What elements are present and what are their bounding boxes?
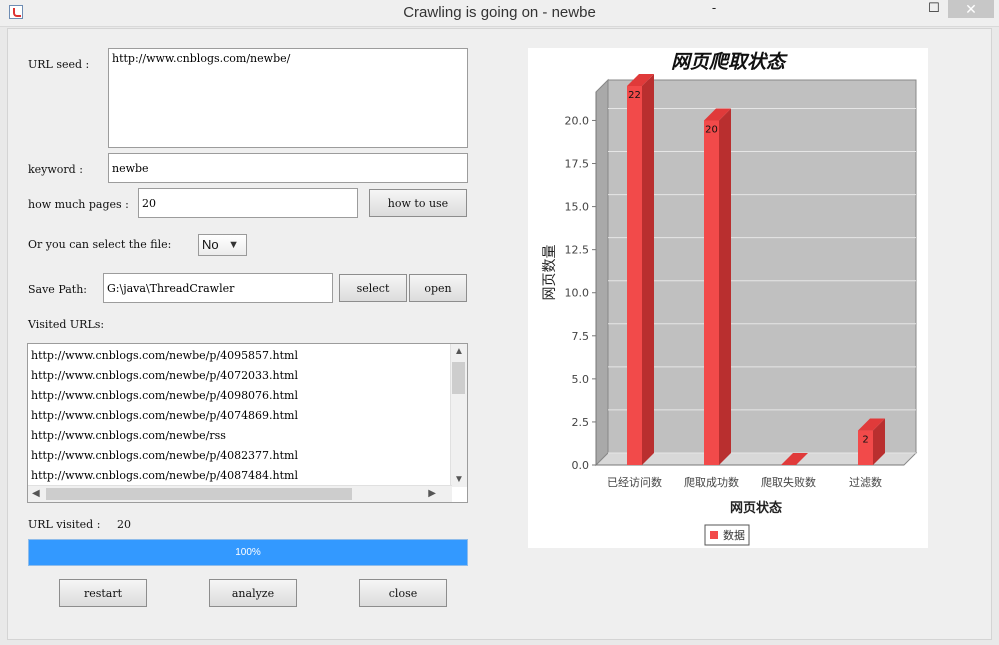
select-button[interactable]: select <box>339 274 407 302</box>
list-item[interactable]: http://www.cnblogs.com/newbe/p/4074869.h… <box>31 409 298 422</box>
y-axis-label: 网页数量 <box>542 245 558 301</box>
x-tick-label: 已经访问数 <box>607 476 662 489</box>
data-label: 2 <box>862 435 868 446</box>
legend-swatch <box>710 531 718 539</box>
list-item[interactable]: http://www.cnblogs.com/newbe/rss <box>31 429 226 442</box>
bar <box>627 86 642 465</box>
list-item[interactable]: http://www.cnblogs.com/newbe/p/4072033.h… <box>31 369 298 382</box>
title-bar: Crawling is going on - newbe - ☐ ✕ <box>0 0 999 27</box>
chevron-up-icon[interactable]: ▲ <box>454 346 464 357</box>
vertical-scrollbar[interactable]: ▲ ▼ <box>450 344 467 487</box>
bar-chart: 网页爬取状态 0.0 2.5 5.0 7.5 10.0 12.5 15.0 17.5 20.0 网页… <box>542 51 918 546</box>
plot-left-wall <box>595 78 609 467</box>
chevron-left-icon[interactable]: ◀ <box>32 488 40 499</box>
save-path-input[interactable]: G:\java\ThreadCrawler <box>103 273 333 303</box>
y-tick-label: 12.5 <box>565 244 590 257</box>
bar-side <box>719 108 731 466</box>
chevron-down-icon[interactable]: ▼ <box>454 474 464 485</box>
chevron-right-icon[interactable]: ▶ <box>428 488 436 499</box>
x-tick-label: 过滤数 <box>849 476 882 489</box>
visited-urls-list[interactable]: http://www.cnblogs.com/newbe/p/4095857.h… <box>27 343 468 503</box>
restart-button[interactable]: restart <box>59 579 147 607</box>
chart-panel: 网页爬取状态 0.0 2.5 5.0 7.5 10.0 12.5 15.0 17.5 20.0 网页… <box>528 48 928 548</box>
open-button[interactable]: open <box>409 274 467 302</box>
y-tick-label: 7.5 <box>572 330 590 343</box>
vertical-scroll-thumb[interactable] <box>452 362 465 394</box>
x-axis-label: 网页状态 <box>730 500 782 516</box>
y-tick-label: 20.0 <box>565 114 590 127</box>
data-label: 22 <box>628 90 641 101</box>
x-tick-label: 爬取成功数 <box>684 476 739 489</box>
maximize-button[interactable]: ☐ <box>922 0 946 20</box>
list-item[interactable]: http://www.cnblogs.com/newbe/p/4095857.h… <box>31 349 298 362</box>
pages-label: how much pages : <box>28 198 129 211</box>
legend-label: 数据 <box>723 528 745 542</box>
file-select-dropdown[interactable]: No ▼ <box>198 234 247 256</box>
minimize-button[interactable]: - <box>700 0 728 20</box>
how-to-use-button[interactable]: how to use <box>369 189 467 217</box>
list-item[interactable]: http://www.cnblogs.com/newbe/p/4098076.h… <box>31 389 298 402</box>
bar <box>704 120 719 466</box>
url-seed-label: URL seed : <box>28 58 90 71</box>
bar-side <box>642 74 654 465</box>
horizontal-scroll-thumb[interactable] <box>46 488 352 500</box>
file-select-value: No <box>202 237 219 252</box>
data-label: 20 <box>705 124 718 135</box>
url-visited-count: 20 <box>117 518 131 531</box>
keyword-input[interactable]: newbe <box>108 153 468 183</box>
chart-title: 网页爬取状态 <box>671 51 788 73</box>
close-window-button[interactable]: ✕ <box>948 0 994 18</box>
save-path-label: Save Path: <box>28 283 87 296</box>
y-tick-label: 15.0 <box>565 201 590 214</box>
y-tick-label: 10.0 <box>565 287 590 300</box>
visited-urls-label: Visited URLs: <box>28 318 105 331</box>
y-tick-label: 2.5 <box>572 416 590 429</box>
analyze-button[interactable]: analyze <box>209 579 297 607</box>
list-item[interactable]: http://www.cnblogs.com/newbe/p/4082377.h… <box>31 449 298 462</box>
progress-bar: 100% <box>28 539 468 566</box>
keyword-label: keyword : <box>28 163 83 176</box>
close-button[interactable]: close <box>359 579 447 607</box>
horizontal-scrollbar[interactable]: ◀ ▶ <box>28 485 452 502</box>
url-seed-textarea[interactable]: http://www.cnblogs.com/newbe/ <box>108 48 468 148</box>
y-tick-label: 0.0 <box>572 459 590 472</box>
file-select-label: Or you can select the file: <box>28 238 172 251</box>
plot-background <box>607 79 917 454</box>
chevron-down-icon: ▼ <box>228 239 239 251</box>
x-tick-label: 爬取失败数 <box>761 475 816 489</box>
y-tick-label: 17.5 <box>565 158 590 171</box>
url-visited-label: URL visited : <box>28 518 101 531</box>
window-title: Crawling is going on - newbe <box>403 4 596 21</box>
progress-text: 100% <box>235 547 261 558</box>
y-tick-label: 5.0 <box>572 373 590 386</box>
pages-input[interactable]: 20 <box>138 188 358 218</box>
list-item[interactable]: http://www.cnblogs.com/newbe/p/4087484.h… <box>31 469 298 482</box>
